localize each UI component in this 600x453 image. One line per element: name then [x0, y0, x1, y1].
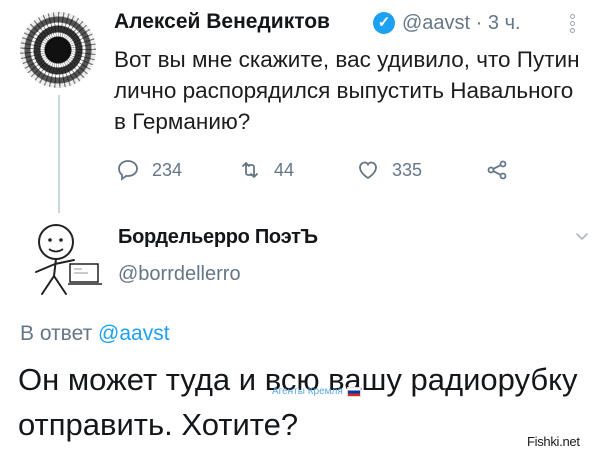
tweet1-text: Вот вы мне скажите, вас удивило, что Пут…: [114, 47, 580, 134]
share-button[interactable]: [485, 157, 509, 183]
retweet-icon: [242, 162, 258, 178]
chevron-down-icon[interactable]: [574, 228, 590, 244]
tweet1-author-name[interactable]: Алексей Венедиктов: [114, 10, 330, 34]
tweet1-handle-time: @aavst · 3 ч.: [402, 12, 521, 35]
like-count: 335: [392, 159, 423, 180]
tweet1-separator: ·: [475, 12, 483, 34]
thread-connector-line: [58, 95, 60, 213]
share-icon: [487, 160, 507, 180]
reply-count: 234: [152, 159, 183, 180]
tweet2-handle[interactable]: @borrdellerro: [118, 263, 241, 286]
avatar-core: [48, 40, 68, 60]
russian-flag-icon: [346, 386, 361, 397]
reply-to-handle-link[interactable]: @aavst: [98, 322, 170, 345]
avatar-aleksey[interactable]: [20, 12, 96, 88]
heart-icon: [359, 161, 377, 180]
reply-button[interactable]: 234: [116, 157, 182, 183]
reply-to-line: В ответ @aavst: [20, 322, 170, 346]
reply-icon: [118, 160, 138, 181]
verified-check-icon: ✓: [373, 12, 395, 34]
site-watermark: Fishki.net: [527, 434, 580, 449]
tweet2-text: Он может туда и всю вашу радиорубку отпр…: [18, 362, 578, 442]
retweet-button[interactable]: 44: [238, 157, 294, 183]
reply-to-prefix: В ответ: [20, 322, 93, 345]
tweet1-time[interactable]: 3 ч.: [488, 12, 521, 34]
tweet2-author-name[interactable]: Бордельерро ПоэтЪ: [118, 226, 318, 249]
avatar-borrdellerro[interactable]: [16, 214, 104, 300]
tweet1-handle[interactable]: @aavst: [402, 12, 470, 34]
retweet-count: 44: [274, 159, 295, 180]
like-button[interactable]: 335: [356, 157, 422, 183]
overlay-watermark: Агенты Кремля: [272, 386, 361, 397]
more-options-icon[interactable]: [566, 12, 578, 38]
overlay-watermark-text: Агенты Кремля: [272, 386, 343, 397]
